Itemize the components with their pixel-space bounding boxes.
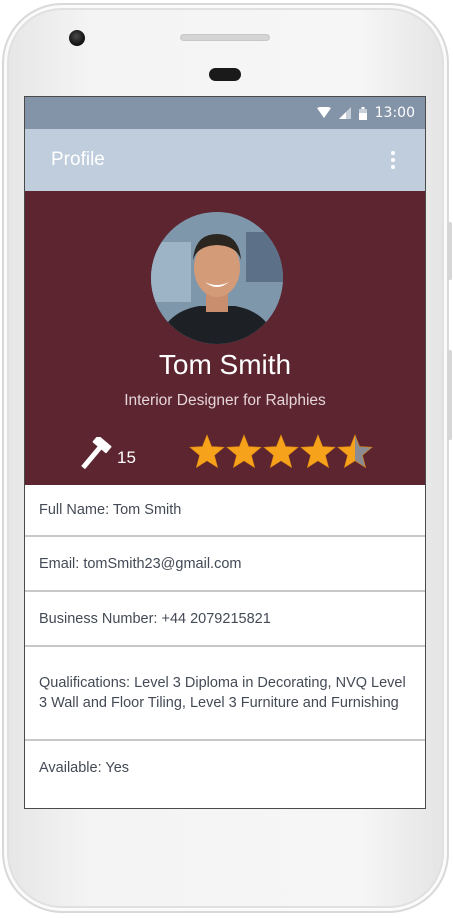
detail-text: Email: tomSmith23@gmail.com: [39, 555, 242, 572]
detail-row: Business Number: +44 2079215821: [25, 592, 425, 647]
power-button: [447, 350, 452, 440]
signal-icon: [338, 107, 351, 119]
app-bar-title: Profile: [51, 149, 105, 170]
wifi-icon: [316, 107, 331, 119]
star-icon: [263, 434, 299, 469]
detail-row: Full Name: Tom Smith: [25, 485, 425, 537]
front-camera: [69, 30, 85, 46]
star-icon: [226, 434, 262, 469]
proximity-sensor: [209, 68, 241, 81]
detail-text: Business Number: +44 2079215821: [39, 610, 271, 627]
volume-button: [447, 222, 452, 280]
hammer-icon: [81, 437, 112, 469]
avatar[interactable]: [151, 212, 283, 344]
battery-icon: [358, 106, 367, 120]
detail-text: Available: Yes: [39, 759, 130, 776]
detail-row: Available: Yes: [25, 741, 425, 794]
earpiece-speaker: [180, 34, 270, 41]
detail-text: Qualifications: Level 3 Diploma in Decor…: [39, 675, 406, 711]
details-list: Full Name: Tom Smith Email: tomSmith23@gm…: [25, 485, 425, 794]
profile-header: Tom Smith Interior Designer for Ralphies…: [25, 191, 425, 485]
overflow-menu-icon[interactable]: [383, 148, 403, 172]
rating-stars: [189, 434, 373, 470]
app-bar: Profile: [25, 129, 425, 191]
status-time: 13:00: [374, 105, 415, 121]
profile-name: Tom Smith: [158, 349, 292, 380]
detail-row: Qualifications: Level 3 Diploma in Decor…: [25, 647, 425, 741]
detail-row: Email: tomSmith23@gmail.com: [25, 537, 425, 592]
status-bar: 13:00: [25, 97, 425, 129]
jobs-count: 15: [117, 448, 136, 467]
screen: 13:00 Profile Tom Smith Interior Designe…: [24, 96, 426, 809]
star-icon: [337, 434, 373, 469]
profile-headline: Interior Designer for Ralphies: [124, 392, 326, 409]
detail-text: Full Name: Tom Smith: [39, 502, 182, 518]
star-icon: [189, 434, 225, 469]
star-icon: [300, 434, 336, 469]
